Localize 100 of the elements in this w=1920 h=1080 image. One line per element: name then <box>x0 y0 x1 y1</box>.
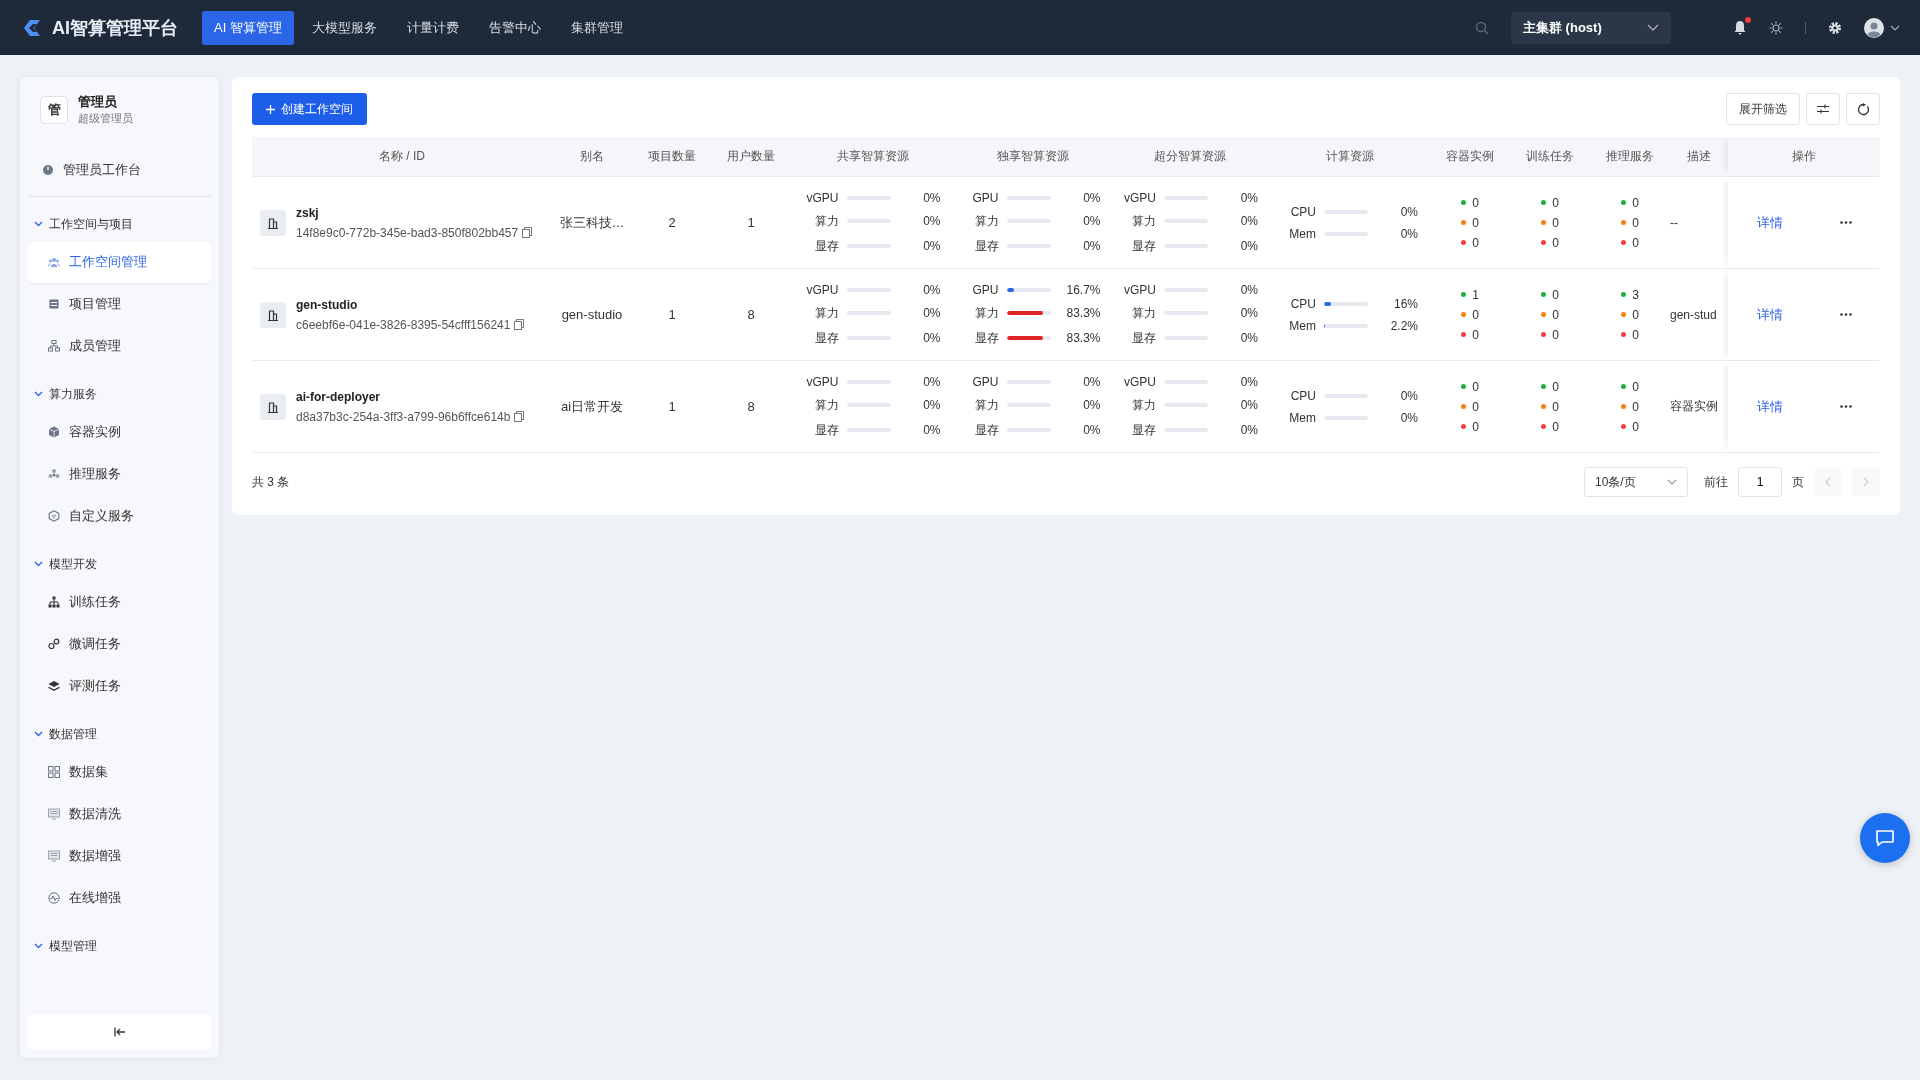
more-icon[interactable] <box>1839 405 1852 408</box>
user-avatar: 管 <box>40 95 68 124</box>
sidebar-item[interactable]: 在线增强 <box>28 877 211 919</box>
copy-icon[interactable] <box>514 319 525 330</box>
usage-value: 0% <box>1082 398 1101 412</box>
page-input[interactable]: 1 <box>1738 467 1782 497</box>
sliders-icon <box>1817 104 1829 114</box>
resource-label: GPU <box>971 190 999 205</box>
sidebar-group[interactable]: 模型管理 <box>28 929 211 963</box>
status-count: 0 <box>1552 327 1559 342</box>
usage-value: 0% <box>922 306 941 320</box>
cube-icon <box>48 426 60 438</box>
sidebar-item[interactable]: 容器实例 <box>28 411 211 453</box>
page-size-select[interactable]: 10条/页 <box>1584 467 1688 497</box>
status-count: 0 <box>1472 195 1479 210</box>
more-icon[interactable] <box>1839 313 1852 316</box>
status-count: 0 <box>1552 195 1559 210</box>
usage-value: 0% <box>1239 282 1258 297</box>
gauge-icon <box>42 164 54 176</box>
copy-icon[interactable] <box>522 227 533 238</box>
sidebar-item[interactable]: 数据清洗 <box>28 793 211 835</box>
resource-label: CPU <box>1289 296 1316 311</box>
column-header: 项目数量 <box>647 148 697 165</box>
cluster-select[interactable]: 主集群 (host) <box>1511 11 1671 44</box>
nav-tab[interactable]: 集群管理 <box>558 10 635 45</box>
search-icon[interactable] <box>1475 20 1489 35</box>
resource-label: Mem <box>1288 318 1316 333</box>
column-header: 共享智算资源 <box>835 148 910 165</box>
chevron-down-icon <box>34 561 43 567</box>
sidebar-item[interactable]: 评测任务 <box>28 665 211 707</box>
pulse-icon <box>48 892 60 904</box>
usage-value: 16% <box>1392 296 1418 311</box>
sidebar-item[interactable]: 项目管理 <box>28 283 211 325</box>
resource-label: vGPU <box>805 374 839 389</box>
sidebar-item[interactable]: 工作空间管理 <box>28 241 211 283</box>
status-count: 0 <box>1632 379 1639 394</box>
resource-label: 算力 <box>813 304 839 322</box>
building-icon <box>267 308 279 321</box>
usage-value: 0% <box>1082 423 1101 437</box>
nav-tab[interactable]: AI 智算管理 <box>202 10 294 45</box>
workspace-id: 14f8e9c0-772b-345e-bad3-850f802bb457 <box>296 225 519 240</box>
resource-label: Mem <box>1288 410 1316 425</box>
table-cell: -- <box>1670 215 1678 230</box>
workspace-name: gen-studio <box>296 297 359 312</box>
sidebar-group[interactable]: 模型开发 <box>28 547 211 581</box>
usage-value: 0% <box>1399 226 1418 241</box>
table-cell-text: 2 <box>667 215 677 230</box>
resource-label: vGPU <box>805 190 839 205</box>
status-count: 0 <box>1552 419 1559 434</box>
detail-link[interactable]: 详情 <box>1756 305 1783 324</box>
building-icon <box>267 216 279 229</box>
usage-value: 0% <box>1239 331 1258 345</box>
sidebar-item[interactable]: 训练任务 <box>28 581 211 623</box>
settings-button[interactable] <box>1806 93 1840 125</box>
status-count: 0 <box>1552 379 1559 394</box>
sidebar-group[interactable]: 工作空间与项目 <box>28 207 211 241</box>
refresh-button[interactable] <box>1846 93 1880 125</box>
sun-icon[interactable] <box>1769 20 1783 35</box>
table-cell-text: 1 <box>667 399 677 414</box>
status-count: 0 <box>1472 419 1479 434</box>
settings-icon[interactable] <box>1828 20 1842 35</box>
sidebar-item[interactable]: 自定义服务 <box>28 495 211 537</box>
sidebar-group[interactable]: 算力服务 <box>28 377 211 411</box>
resource-label: vGPU <box>1123 190 1156 205</box>
usage-value: 0% <box>922 374 941 389</box>
create-button[interactable]: 创建工作空间 <box>252 93 367 125</box>
nav-tab[interactable]: 计量计费 <box>394 10 471 45</box>
sidebar-item[interactable]: 微调任务 <box>28 623 211 665</box>
resource-label: vGPU <box>1123 374 1156 389</box>
sidebar-item[interactable]: 成员管理 <box>28 325 211 367</box>
resource-label: vGPU <box>1123 282 1156 297</box>
table-cell-text: 8 <box>746 307 756 322</box>
sidebar-item[interactable]: 管理员工作台 <box>28 148 211 192</box>
avatar-icon[interactable] <box>1864 17 1884 38</box>
chevron-down-icon <box>1647 23 1659 32</box>
cluster-name: 主集群 (host) <box>1523 18 1602 37</box>
detail-link[interactable]: 详情 <box>1756 213 1783 232</box>
resource-label: 算力 <box>973 396 999 414</box>
chevron-down-icon <box>34 943 43 949</box>
sidebar-item[interactable]: 推理服务 <box>28 453 211 495</box>
workspace-id: d8a37b3c-254a-3ff3-a799-96b6ffce614b <box>296 409 511 424</box>
sidebar-item[interactable]: 数据集 <box>28 751 211 793</box>
app-title: AI智算管理平台 <box>52 16 178 40</box>
chat-button[interactable] <box>1860 813 1910 863</box>
nav-tab[interactable]: 告警中心 <box>476 10 553 45</box>
resource-label: CPU <box>1289 204 1316 219</box>
status-count: 0 <box>1632 215 1639 230</box>
detail-link[interactable]: 详情 <box>1756 397 1783 416</box>
column-header: 描述 <box>1686 148 1712 165</box>
more-icon[interactable] <box>1839 221 1852 224</box>
bell-icon[interactable] <box>1733 20 1747 35</box>
copy-icon[interactable] <box>514 411 525 422</box>
chevron-down-icon <box>1890 24 1900 31</box>
status-count: 0 <box>1632 399 1639 414</box>
nav-tab[interactable]: 大模型服务 <box>299 10 389 45</box>
filter-button[interactable]: 展开筛选 <box>1726 93 1800 125</box>
sidebar-group[interactable]: 数据管理 <box>28 717 211 751</box>
sidebar-item[interactable]: 数据增强 <box>28 835 211 877</box>
chat-icon <box>1875 829 1895 847</box>
resource-label: vGPU <box>805 282 839 297</box>
